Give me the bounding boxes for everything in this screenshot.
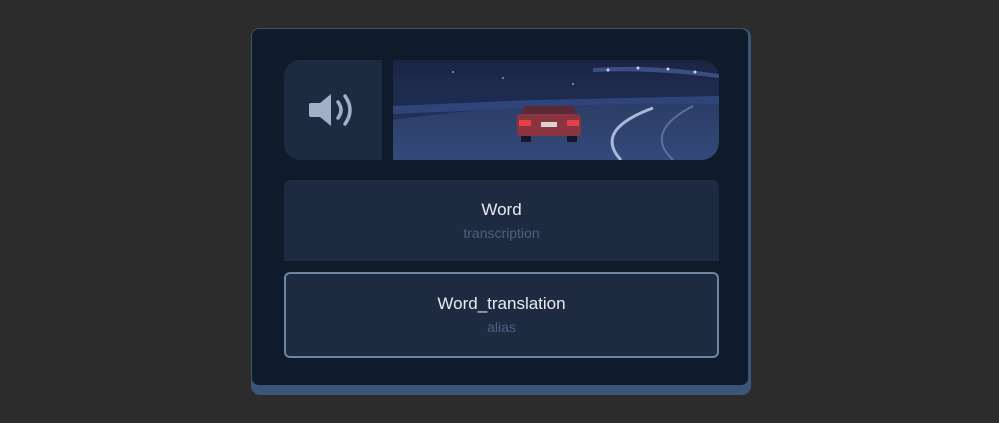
word-image [393,60,719,160]
play-audio-button[interactable] [284,60,382,160]
alias-text: alias [487,319,516,335]
speaker-icon [309,94,352,126]
flashcard: Word transcription Word_translation alia… [251,28,749,386]
media-row [284,60,719,160]
transcription-text: transcription [463,225,540,241]
translation-option-button[interactable]: Word_translation alias [284,272,719,358]
translation-text: Word_translation [437,294,566,313]
night-road-car-illustration [393,60,719,160]
word-text: Word [481,200,522,219]
word-panel: Word transcription [284,180,719,261]
